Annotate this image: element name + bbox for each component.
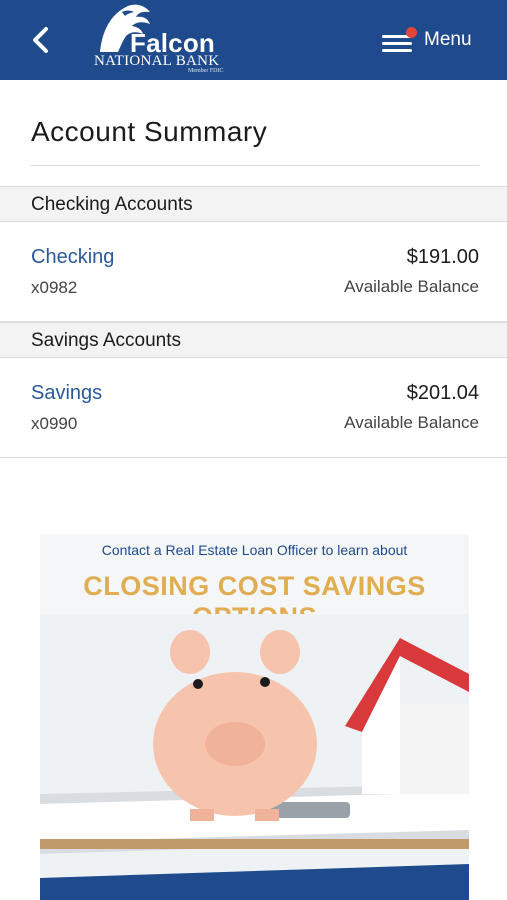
account-number: x0990 (31, 414, 78, 433)
account-row-savings[interactable]: Savings x0990 $201.04 Available Balance (0, 358, 507, 458)
account-name-link[interactable]: Checking (31, 246, 114, 269)
notification-dot (406, 27, 417, 38)
menu-button[interactable]: Menu (380, 20, 490, 60)
hamburger-icon (380, 27, 417, 53)
piggy-bank-house-illustration (40, 614, 469, 900)
account-number: x0982 (31, 278, 78, 297)
account-balance: $191.00 (406, 246, 479, 268)
menu-label: Menu (424, 29, 472, 50)
bank-logo[interactable]: Falcon NATIONAL BANK Member FDIC (92, 2, 237, 76)
section-label: Savings Accounts (31, 330, 181, 351)
balance-label: Available Balance (344, 277, 479, 296)
title-divider (31, 165, 479, 166)
back-button[interactable] (22, 20, 62, 60)
promo-banner[interactable]: Contact a Real Estate Loan Officer to le… (40, 534, 469, 900)
chevron-left-icon (33, 27, 48, 53)
section-header-checking: Checking Accounts (0, 186, 507, 222)
top-nav-bar: Falcon NATIONAL BANK Member FDIC Menu (0, 0, 507, 80)
section-header-savings: Savings Accounts (0, 322, 507, 358)
account-row-checking[interactable]: Checking x0982 $191.00 Available Balance (0, 222, 507, 322)
section-label: Checking Accounts (31, 194, 193, 215)
promo-subtitle: Contact a Real Estate Loan Officer to le… (101, 542, 408, 558)
balance-label: Available Balance (344, 413, 479, 432)
page-title: Account Summary (31, 116, 268, 147)
account-name-link[interactable]: Savings (31, 382, 102, 405)
account-balance: $201.04 (406, 382, 479, 404)
brand-member-fdic: Member FDIC (188, 68, 224, 74)
